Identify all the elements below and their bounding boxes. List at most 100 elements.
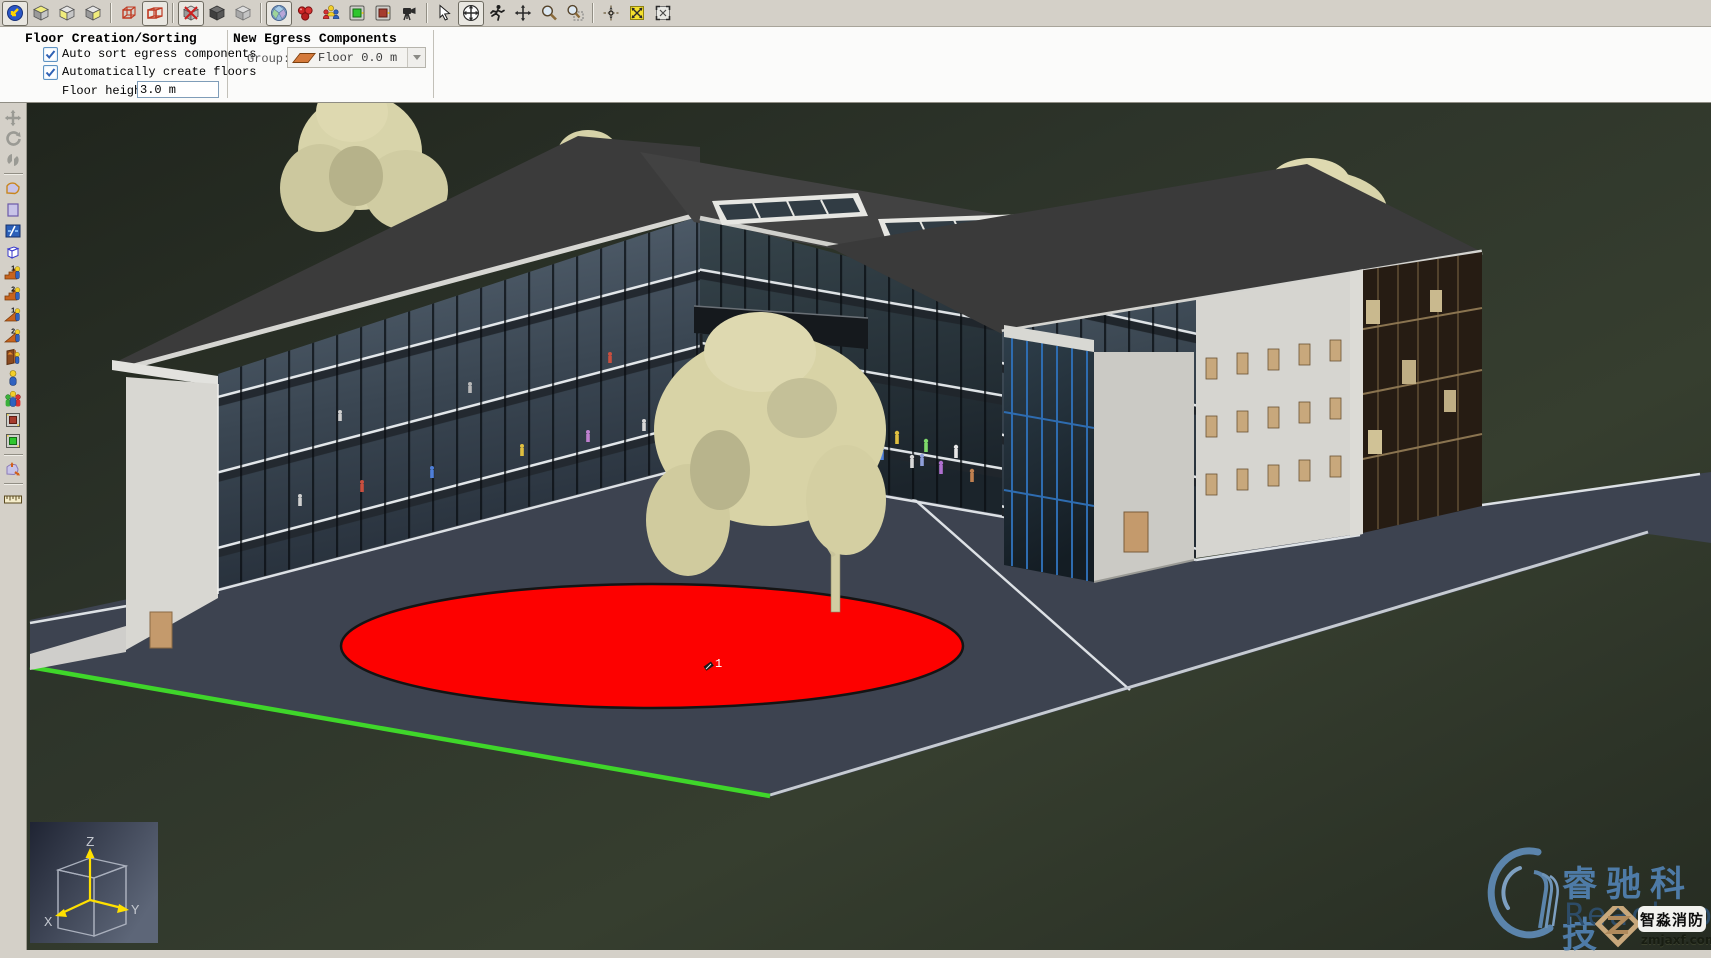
ramp-two-point-tool-button[interactable]: 2: [2, 325, 25, 346]
edit-geometry-tool-button[interactable]: [2, 459, 25, 480]
svg-text:2: 2: [11, 286, 15, 294]
zoom-selection-button[interactable]: [650, 1, 676, 26]
perspective-cube-icon: [120, 4, 138, 22]
ramp-one-icon: 1: [4, 306, 23, 324]
add-occupant-tool-button[interactable]: [2, 367, 25, 388]
watermark-badge-domain: zmjaxf.com: [1641, 933, 1711, 947]
toolbar-separator: [592, 3, 594, 23]
stairs-one-point-tool-button[interactable]: 1: [2, 262, 25, 283]
box-icon: [4, 243, 22, 261]
polygon-room-tool-button[interactable]: [2, 178, 25, 199]
toolbar-separator: [426, 3, 428, 23]
panel-divider: [433, 30, 434, 98]
main-toolbar: [0, 0, 1711, 27]
zoom-tool-button[interactable]: [536, 1, 562, 26]
elevator-tool-button[interactable]: [2, 346, 25, 367]
view-side-button[interactable]: [80, 1, 106, 26]
auto-sort-checkbox[interactable]: [43, 47, 58, 62]
panel-divider: [227, 30, 228, 98]
orbit-icon: [4, 151, 22, 169]
axis-x-label: X: [44, 915, 53, 931]
svg-text:1: 1: [11, 265, 15, 273]
render-off-button[interactable]: [178, 1, 204, 26]
stairs-two-point-tool-button[interactable]: 2: [2, 283, 25, 304]
rotate-icon: [4, 130, 22, 148]
pan-icon: [4, 109, 22, 127]
zoom-fit-icon: [628, 4, 646, 22]
ruler-icon: [3, 490, 23, 508]
axis-gizmo: Z Y X: [30, 822, 158, 943]
dark-cube-icon: [208, 4, 226, 22]
polygon-room-icon: [4, 180, 22, 198]
show-exits-button[interactable]: [344, 1, 370, 26]
magnifier-box-icon: [566, 4, 584, 22]
axis-y-label: Y: [131, 903, 140, 919]
watermark-logo-icon: [1486, 846, 1566, 950]
walk-tool-button[interactable]: [484, 1, 510, 26]
select-tool-button[interactable]: [432, 1, 458, 26]
occupant-highlight-circle[interactable]: [341, 584, 963, 708]
show-results-button[interactable]: [292, 1, 318, 26]
toolbar-separator: [110, 3, 112, 23]
people-icon: [322, 4, 340, 22]
3d-viewport[interactable]: 1 Z Y X: [27, 103, 1711, 950]
gray-cube-icon: [234, 4, 252, 22]
view-top-icon: [32, 4, 50, 22]
render-solid-button[interactable]: [230, 1, 256, 26]
show-occupants-button[interactable]: [318, 1, 344, 26]
orthographic-view-button[interactable]: [142, 1, 168, 26]
center-view-button[interactable]: [598, 1, 624, 26]
add-occupant-group-tool-button[interactable]: [2, 388, 25, 409]
group-combobox-value: Floor 0.0 m: [318, 51, 397, 65]
smooth-shading-button[interactable]: [266, 1, 292, 26]
pan-view-button-disabled: [2, 107, 25, 128]
thin-room-icon: [4, 222, 22, 240]
entrance-lobby: [1004, 325, 1194, 582]
ramp-two-icon: 2: [4, 327, 23, 345]
show-doors-button[interactable]: [370, 1, 396, 26]
svg-text:2: 2: [11, 328, 15, 336]
rectangle-room-icon: [4, 201, 22, 219]
marker-label: 1: [715, 657, 722, 671]
door-tool-button[interactable]: [2, 409, 25, 430]
stairs-two-icon: 2: [4, 285, 23, 303]
perspective-view-button[interactable]: [116, 1, 142, 26]
pan-tool-button[interactable]: [510, 1, 536, 26]
faceted-sphere-icon: [270, 4, 288, 22]
pan-arrows-icon: [514, 4, 532, 22]
obstruction-tool-button[interactable]: [2, 241, 25, 262]
door-panel-icon: [374, 4, 392, 22]
ribbon-panel: Floor Creation/Sorting Auto sort egress …: [0, 27, 1711, 103]
watermark-badge-icon: [1594, 906, 1642, 950]
watermark-badge-label: 智淼消防: [1638, 906, 1706, 932]
egress-panel-title: New Egress Components: [233, 31, 397, 46]
cursor-icon: [436, 4, 454, 22]
exit-panel-icon: [348, 4, 366, 22]
exit-door-icon: [4, 432, 22, 450]
center-target-icon: [602, 4, 620, 22]
rectangle-room-tool-button[interactable]: [2, 199, 25, 220]
ramp-one-point-tool-button[interactable]: 1: [2, 304, 25, 325]
sidebar-divider: [4, 483, 23, 485]
view-top-button[interactable]: [28, 1, 54, 26]
floor-height-input[interactable]: [137, 81, 219, 98]
zoom-selection-icon: [654, 4, 672, 22]
chevron-down-icon[interactable]: [407, 48, 425, 67]
magnifier-icon: [540, 4, 558, 22]
group-combobox[interactable]: Floor 0.0 m: [287, 47, 426, 68]
zoom-fit-button[interactable]: [624, 1, 650, 26]
reset-view-icon: [6, 4, 24, 22]
render-wireframe-button[interactable]: [204, 1, 230, 26]
orbit-tool-button[interactable]: [458, 1, 484, 26]
thin-room-tool-button[interactable]: [2, 220, 25, 241]
no-render-cube-icon: [182, 4, 200, 22]
exit-door-tool-button[interactable]: [2, 430, 25, 451]
auto-create-floors-checkbox[interactable]: [43, 65, 58, 80]
view-side-icon: [84, 4, 102, 22]
show-cameras-button[interactable]: [396, 1, 422, 26]
reset-view-button[interactable]: [2, 1, 28, 26]
measure-tool-button[interactable]: [2, 488, 25, 509]
tool-sidebar: 1 2 1 2: [0, 103, 27, 950]
zoom-box-tool-button[interactable]: [562, 1, 588, 26]
view-front-button[interactable]: [54, 1, 80, 26]
